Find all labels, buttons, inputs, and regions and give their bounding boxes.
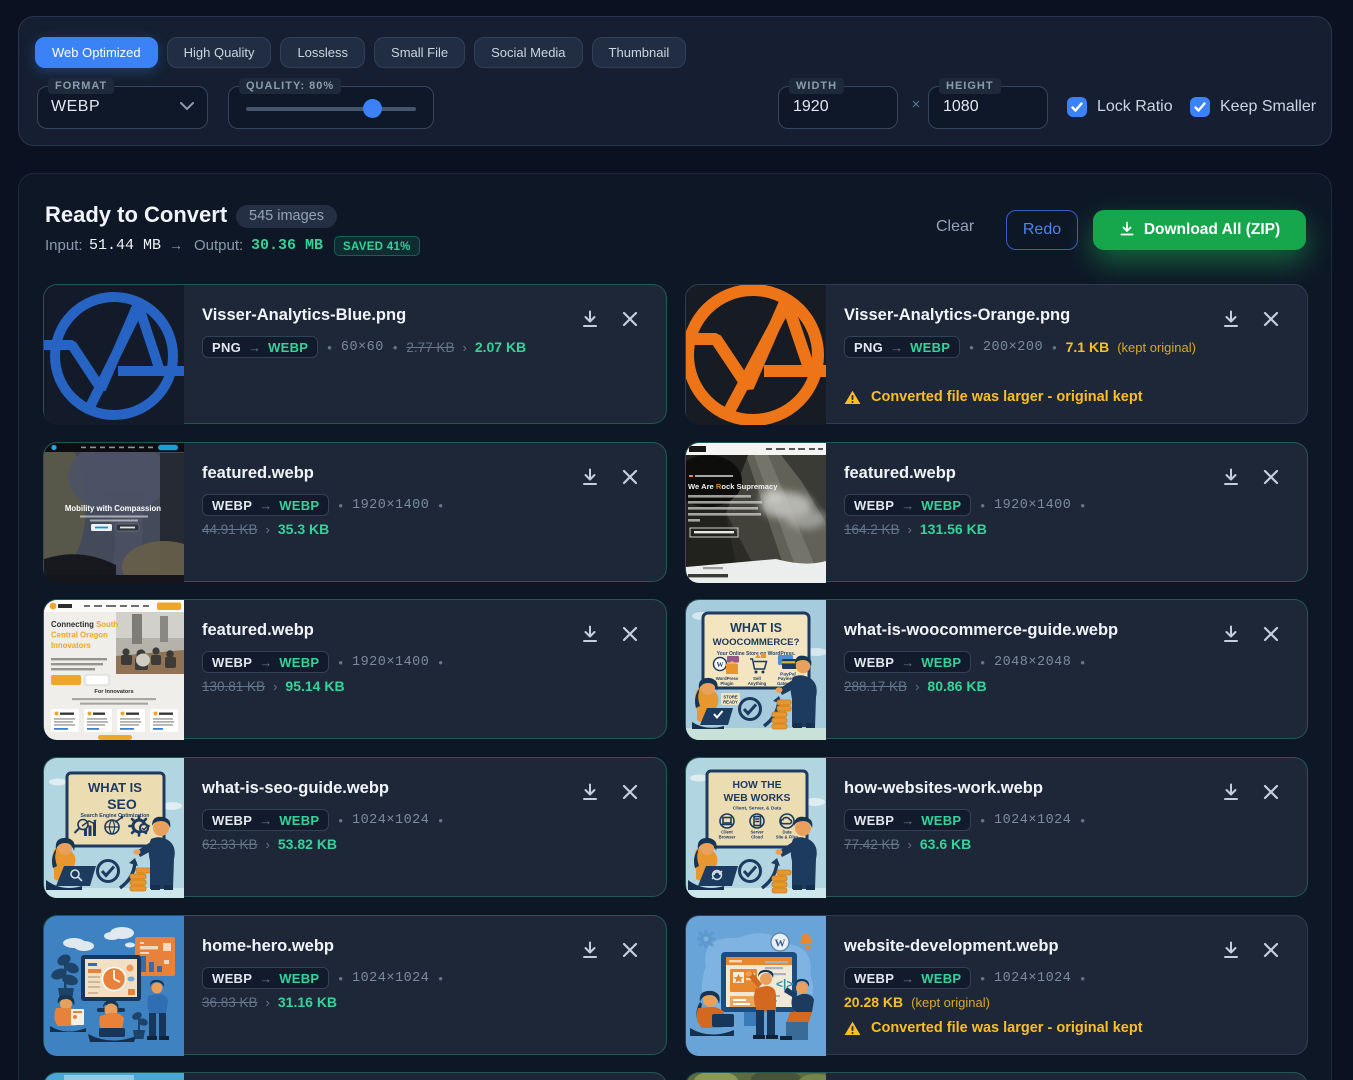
svg-text:Cloud: Cloud xyxy=(751,835,763,840)
svg-text:WHAT IS: WHAT IS xyxy=(88,780,142,795)
svg-text:We Are Rock Supremacy: We Are Rock Supremacy xyxy=(688,482,778,491)
svg-text:WOOCOMMERCE?: WOOCOMMERCE? xyxy=(713,637,800,648)
svg-text:<|>: <|> xyxy=(776,977,793,991)
svg-text:For Innovators: For Innovators xyxy=(94,689,133,695)
svg-text:Client, Server, & Data: Client, Server, & Data xyxy=(733,806,782,812)
svg-text:Mobility with Compassion: Mobility with Compassion xyxy=(65,504,161,513)
svg-text:Innovators: Innovators xyxy=(51,641,92,650)
svg-text:W: W xyxy=(775,938,786,950)
svg-text:Plugin: Plugin xyxy=(720,681,734,686)
svg-text:READY: READY xyxy=(723,700,738,705)
svg-text:Connecting South: Connecting South xyxy=(51,620,118,629)
svg-text:WEB WORKS: WEB WORKS xyxy=(724,793,791,804)
svg-text:Anything: Anything xyxy=(748,681,767,686)
svg-text:HOW THE: HOW THE xyxy=(732,780,781,791)
svg-text:Browser: Browser xyxy=(719,835,736,840)
svg-text:W: W xyxy=(717,661,724,669)
svg-text:Central Oregon: Central Oregon xyxy=(51,631,108,640)
svg-text:WHAT IS: WHAT IS xyxy=(730,621,782,635)
svg-text:SEO: SEO xyxy=(107,796,137,812)
